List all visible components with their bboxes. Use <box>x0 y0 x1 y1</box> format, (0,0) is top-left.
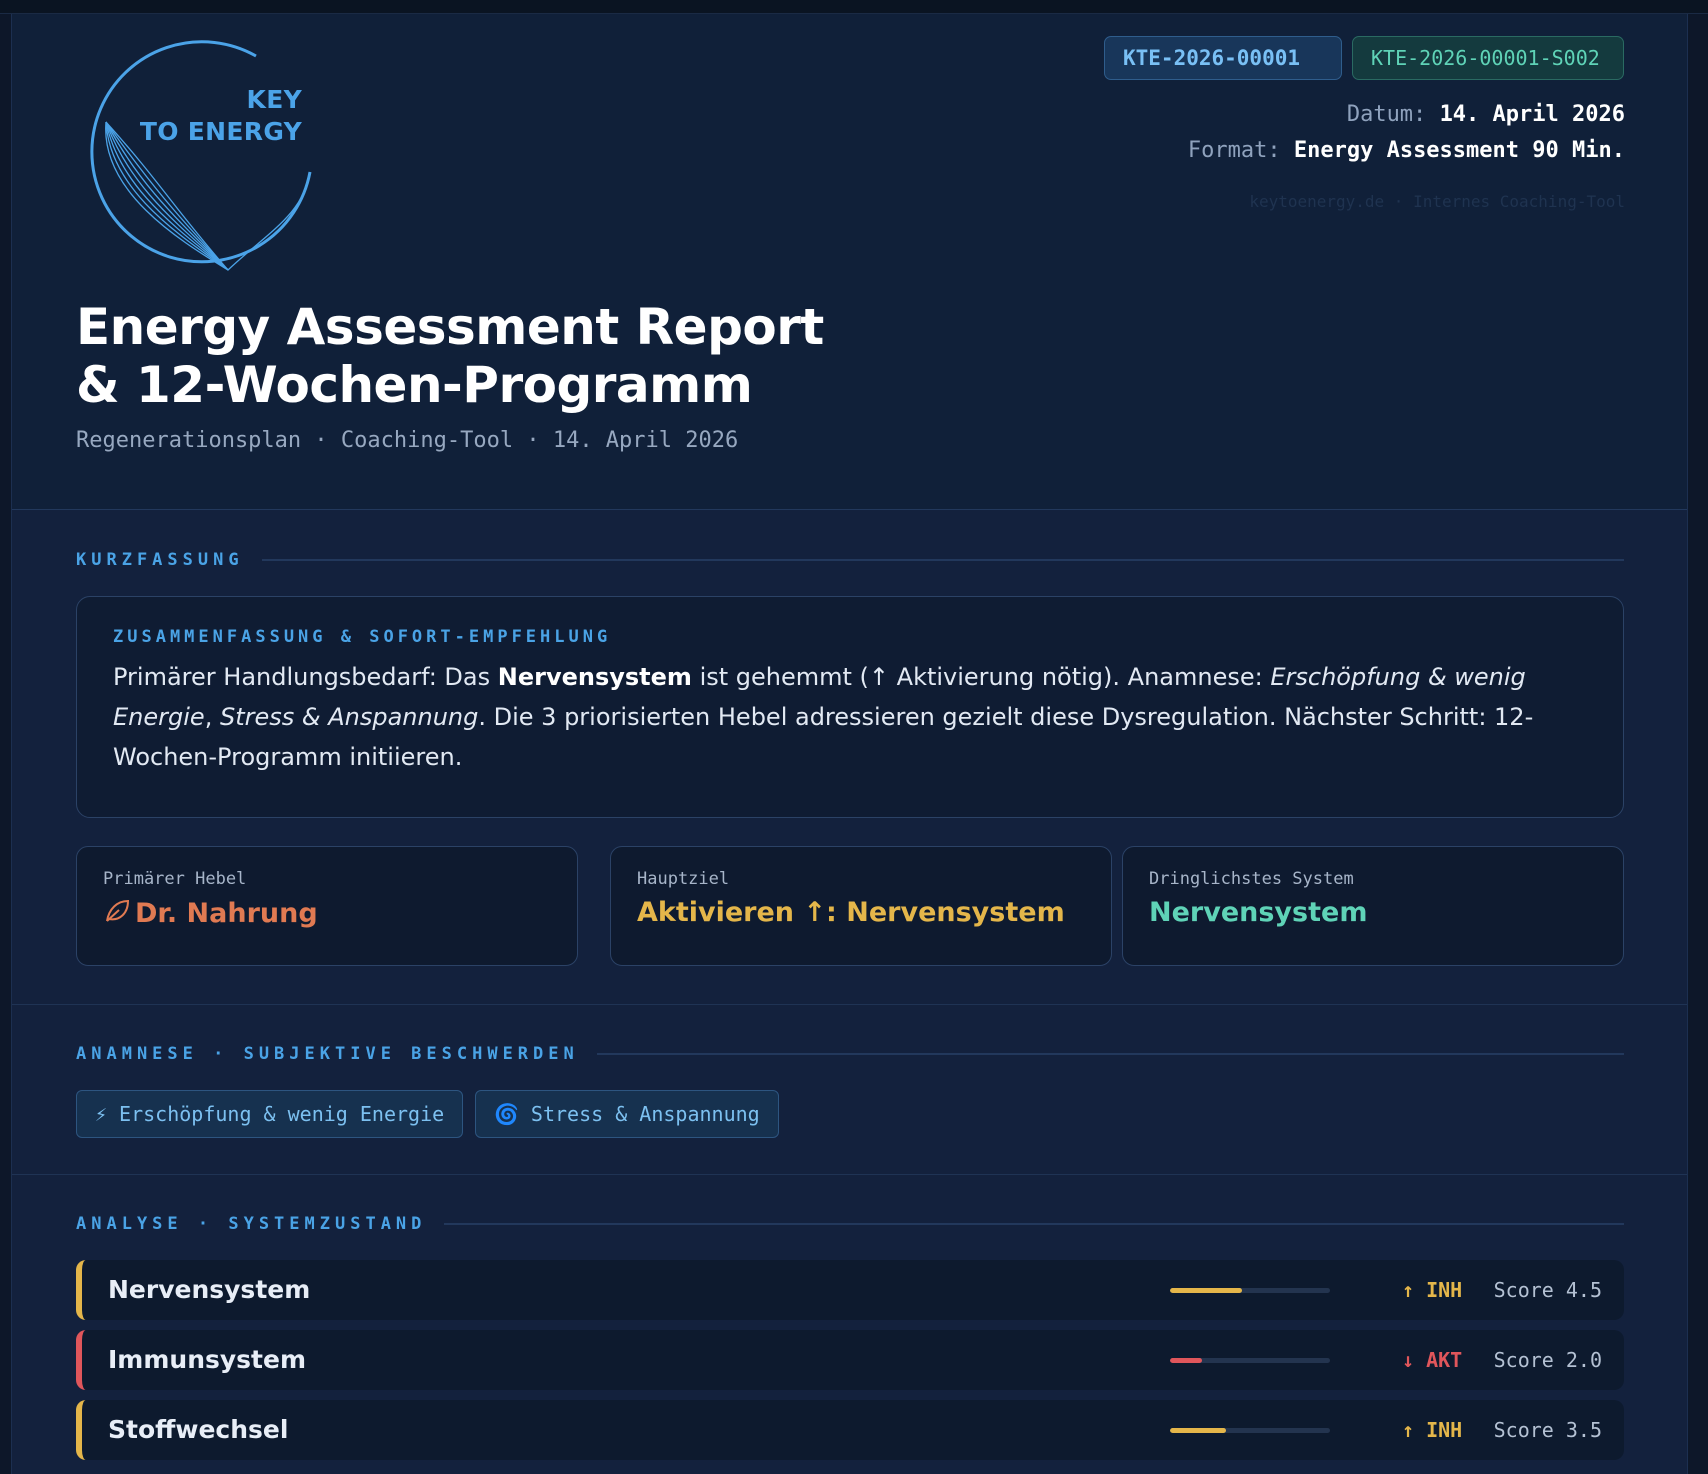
summary-text-part: ist gehemmt (↑ Aktivierung nötig). Anamn… <box>691 663 1271 691</box>
chip-label: Erschöpfung & wenig Energie <box>119 1102 445 1126</box>
section-analyse: ANALYSE · SYSTEMZUSTAND <box>76 1214 1624 1234</box>
system-score: Score 2.0 <box>1493 1348 1602 1372</box>
chip-label: Stress & Anspannung <box>530 1102 760 1126</box>
system-score: Score 4.5 <box>1493 1278 1602 1302</box>
symptom-chip-stress: 🌀 Stress & Anspannung <box>475 1090 779 1138</box>
session-id-badge: KTE-2026-00001-S002 <box>1352 36 1624 80</box>
page-subtitle: Regenerationsplan · Coaching-Tool · 14. … <box>76 428 739 453</box>
spiral-icon: 🌀 <box>494 1102 519 1126</box>
logo-wordmark: KEY TO ENERGY <box>140 84 302 148</box>
logo-line-1: KEY <box>246 85 302 114</box>
section-title: KURZFASSUNG <box>76 550 244 570</box>
stat-card-main-goal: Hauptziel Aktivieren ↑: Nervensystem <box>610 846 1112 966</box>
system-row-stoffwechsel: Stoffwechsel ↑ INH Score 3.5 <box>76 1400 1624 1460</box>
summary-symptom: Stress & Anspannung <box>219 703 479 731</box>
stat-value: Dr. Nahrung <box>103 897 551 929</box>
stat-value: Aktivieren ↑: Nervensystem <box>637 897 1065 928</box>
meta-date-label: Datum: <box>1346 102 1427 127</box>
lightning-icon: ⚡ <box>95 1102 108 1126</box>
section-title: ANAMNESE · SUBJEKTIVE BESCHWERDEN <box>76 1044 579 1064</box>
section-divider <box>261 559 1624 561</box>
stat-card-primary-lever: Primärer Hebel Dr. Nahrung <box>76 846 578 966</box>
stat-value: Nervensystem <box>1149 897 1368 928</box>
report-page: KEY TO ENERGY KTE-2026-00001 KTE-2026-00… <box>11 14 1688 1474</box>
summary-text: Primärer Handlungsbedarf: Das Nervensyst… <box>113 657 1587 777</box>
section-kurzfassung: KURZFASSUNG <box>76 550 1624 570</box>
stat-label: Hauptziel <box>637 869 730 889</box>
meta-format: Format: Energy Assessment 90 Min. <box>1188 138 1625 163</box>
meta-footer: keytoenergy.de · Internes Coaching-Tool <box>1249 192 1625 211</box>
summary-card: ZUSAMMENFASSUNG & SOFORT-EMPFEHLUNG Prim… <box>76 596 1624 818</box>
stat-label: Dringlichstes System <box>1149 869 1354 889</box>
stat-label: Primärer Hebel <box>103 869 247 889</box>
section-divider <box>12 1004 1687 1005</box>
section-anamnese: ANAMNESE · SUBJEKTIVE BESCHWERDEN <box>76 1044 1624 1064</box>
stat-value-text: Dr. Nahrung <box>135 898 318 929</box>
title-line-2: & 12-Wochen-Programm <box>76 356 753 414</box>
system-status: ↑ INH <box>1402 1418 1463 1442</box>
section-title: ANALYSE · SYSTEMZUSTAND <box>76 1214 427 1234</box>
summary-text-part: Primärer Handlungsbedarf: Das <box>113 663 498 691</box>
report-header: KEY TO ENERGY KTE-2026-00001 KTE-2026-00… <box>12 14 1687 510</box>
system-level-fill <box>1170 1288 1242 1293</box>
system-level-track <box>1170 1288 1330 1293</box>
section-divider <box>596 1053 1624 1055</box>
meta-date: Datum: 14. April 2026 <box>1347 102 1625 127</box>
system-score: Score 3.5 <box>1493 1418 1602 1442</box>
summary-card-title: ZUSAMMENFASSUNG & SOFORT-EMPFEHLUNG <box>113 627 612 647</box>
page-title: Energy Assessment Report & 12-Wochen-Pro… <box>76 298 824 414</box>
meta-format-value: Energy Assessment 90 Min. <box>1293 138 1625 163</box>
system-level-fill <box>1170 1428 1226 1433</box>
logo-line-2: TO ENERGY <box>139 117 302 146</box>
system-row-nervensystem: Nervensystem ↑ INH Score 4.5 <box>76 1260 1624 1320</box>
meta-format-label: Format: <box>1187 138 1281 163</box>
client-id-badge: KTE-2026-00001 <box>1104 36 1342 80</box>
section-divider <box>12 1174 1687 1175</box>
meta-date-value: 14. April 2026 <box>1439 102 1625 127</box>
title-line-1: Energy Assessment Report <box>76 298 824 356</box>
stat-card-urgent-system: Dringlichstes System Nervensystem <box>1122 846 1624 966</box>
system-status: ↑ INH <box>1402 1278 1463 1302</box>
summary-text-part: , <box>204 703 220 731</box>
system-level-fill <box>1170 1358 1202 1363</box>
window-top-bar <box>0 0 1708 14</box>
system-row-immunsystem: Immunsystem ↓ AKT Score 2.0 <box>76 1330 1624 1390</box>
system-name: Immunsystem <box>108 1345 307 1374</box>
symptom-chip-exhaustion: ⚡ Erschöpfung & wenig Energie <box>76 1090 464 1138</box>
logo-ring-icon <box>90 40 312 271</box>
system-status: ↓ AKT <box>1402 1348 1463 1372</box>
section-divider <box>444 1223 1624 1225</box>
leaf-icon <box>106 899 130 922</box>
system-name: Stoffwechsel <box>108 1415 289 1444</box>
system-level-track <box>1170 1428 1330 1433</box>
brand-logo: KEY TO ENERGY <box>76 34 324 282</box>
summary-highlight: Nervensystem <box>497 663 692 691</box>
system-level-track <box>1170 1358 1330 1363</box>
system-name: Nervensystem <box>108 1275 311 1304</box>
